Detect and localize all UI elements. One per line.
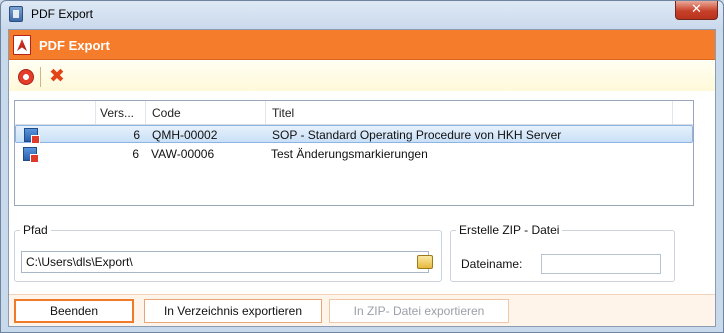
- column-header-titel[interactable]: Titel: [272, 106, 294, 120]
- help-lifebuoy-icon[interactable]: [18, 69, 34, 85]
- export-directory-button[interactable]: In Verzeichnis exportieren: [144, 299, 322, 323]
- app-document-icon: [9, 6, 23, 22]
- pdf-document-icon: [23, 147, 39, 163]
- cell-code: QMH-00002: [152, 128, 218, 142]
- dateiname-input[interactable]: [541, 254, 661, 274]
- dialog-header: PDF Export: [9, 30, 715, 60]
- path-value: C:\Users\dls\Export\: [26, 255, 133, 269]
- browse-folder-icon[interactable]: [417, 255, 433, 269]
- cell-title: Test Änderungsmarkierungen: [271, 147, 428, 161]
- cell-title: SOP - Standard Operating Procedure von H…: [272, 128, 562, 142]
- zip-group: Erstelle ZIP - Datei Dateiname:: [450, 223, 675, 282]
- export-window: PDF Export ✕ PDF Export ✖ Vers... Code T…: [0, 0, 724, 333]
- pdf-document-icon: [24, 128, 40, 144]
- pdf-icon: [13, 35, 31, 55]
- export-zip-button[interactable]: In ZIP- Datei exportieren: [329, 299, 509, 323]
- column-divider[interactable]: [672, 101, 673, 124]
- path-input[interactable]: C:\Users\dls\Export\: [21, 251, 433, 273]
- dialog-title: PDF Export: [39, 38, 110, 53]
- column-header-code[interactable]: Code: [152, 106, 181, 120]
- zip-legend: Erstelle ZIP - Datei: [456, 223, 563, 237]
- document-grid[interactable]: Vers... Code Titel 6 QMH-00002 SOP - Sta…: [14, 100, 694, 206]
- beenden-button[interactable]: Beenden: [14, 299, 134, 323]
- window-title: PDF Export: [31, 7, 94, 21]
- column-divider[interactable]: [265, 101, 266, 124]
- column-divider[interactable]: [95, 101, 96, 124]
- cell-version: 6: [132, 147, 139, 161]
- cancel-x-icon[interactable]: ✖: [47, 66, 67, 86]
- button-bar: Beenden In Verzeichnis exportieren In ZI…: [9, 294, 715, 326]
- dialog-body: PDF Export ✖ Vers... Code Titel 6 QMH-00…: [8, 29, 716, 327]
- column-header-version[interactable]: Vers...: [100, 106, 134, 120]
- grid-header: Vers... Code Titel: [15, 101, 693, 125]
- toolbar-separator: [40, 67, 41, 87]
- pfad-group: Pfad C:\Users\dls\Export\: [14, 223, 442, 282]
- table-row[interactable]: 6 VAW-00006 Test Änderungsmarkierungen: [15, 145, 693, 163]
- toolbar: ✖: [9, 61, 715, 91]
- cell-code: VAW-00006: [151, 147, 215, 161]
- window-close-button[interactable]: ✕: [675, 1, 718, 20]
- dateiname-label: Dateiname:: [461, 257, 523, 271]
- pfad-legend: Pfad: [20, 223, 51, 237]
- title-bar: PDF Export ✕: [1, 1, 723, 29]
- cell-version: 6: [133, 128, 140, 142]
- column-divider[interactable]: [145, 101, 146, 124]
- table-row[interactable]: 6 QMH-00002 SOP - Standard Operating Pro…: [15, 125, 693, 144]
